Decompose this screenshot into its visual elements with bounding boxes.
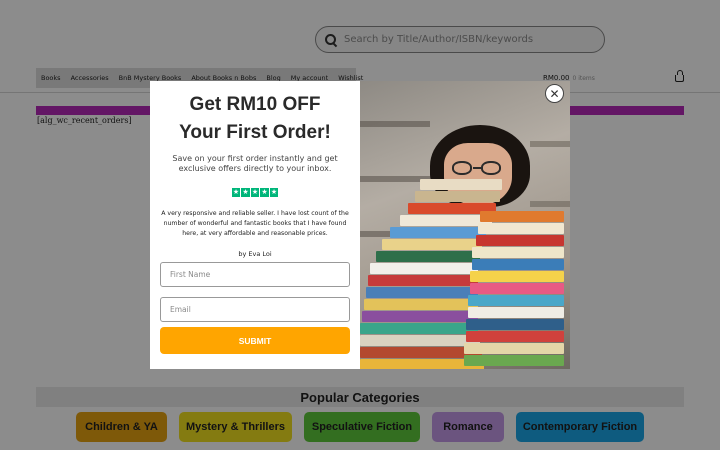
book bbox=[415, 191, 500, 202]
close-popup-button[interactable]: ✕ bbox=[545, 84, 564, 103]
book bbox=[470, 271, 564, 282]
star-icon: ★ bbox=[231, 188, 241, 197]
book bbox=[382, 239, 482, 250]
popup-photo bbox=[360, 81, 570, 369]
book bbox=[362, 311, 478, 322]
book bbox=[468, 307, 564, 318]
book bbox=[468, 295, 564, 306]
book bbox=[466, 331, 564, 342]
book bbox=[420, 179, 502, 190]
book bbox=[464, 343, 564, 354]
book bbox=[480, 211, 564, 222]
book bbox=[466, 319, 564, 330]
headline-line-2: Your First Order! bbox=[179, 122, 331, 143]
book bbox=[470, 283, 564, 294]
book bbox=[368, 275, 478, 286]
glasses-right bbox=[481, 161, 501, 175]
email-field[interactable] bbox=[160, 297, 350, 322]
signup-popup: Get RM10 OFF Your First Order! Save on y… bbox=[150, 81, 570, 369]
book bbox=[360, 335, 480, 346]
star-icon: ★ bbox=[241, 188, 250, 197]
book bbox=[476, 235, 564, 246]
first-name-field[interactable] bbox=[160, 262, 350, 287]
testimonial-text: A very responsive and reliable seller. I… bbox=[161, 209, 349, 237]
popup-form-panel: Get RM10 OFF Your First Order! Save on y… bbox=[150, 81, 360, 369]
shelf bbox=[530, 201, 570, 207]
star-icon: ★ bbox=[269, 188, 279, 197]
close-icon: ✕ bbox=[549, 86, 560, 101]
popup-subtext: Save on your first order instantly and g… bbox=[172, 154, 338, 173]
book bbox=[364, 299, 478, 310]
book bbox=[464, 355, 564, 366]
book bbox=[472, 247, 564, 258]
glasses-bridge bbox=[473, 167, 481, 169]
headline-line-1: Get RM10 OFF bbox=[189, 94, 321, 115]
star-icon: ★ bbox=[250, 188, 260, 197]
submit-button[interactable]: SUBMIT bbox=[160, 327, 350, 354]
book bbox=[376, 251, 480, 262]
shelf bbox=[530, 141, 570, 147]
book bbox=[370, 263, 478, 274]
star-icon: ★ bbox=[260, 188, 269, 197]
book bbox=[472, 259, 564, 270]
book bbox=[390, 227, 486, 238]
popup-headline: Get RM10 OFF Your First Order! bbox=[160, 91, 350, 147]
book bbox=[366, 287, 478, 298]
trust-rating: ★ ★ ★ ★ ★ bbox=[160, 188, 350, 197]
book bbox=[360, 323, 478, 334]
book bbox=[478, 223, 564, 234]
testimonial-byline: by Eva Loi bbox=[238, 249, 272, 258]
shelf bbox=[360, 121, 430, 127]
glasses-left bbox=[452, 161, 472, 175]
